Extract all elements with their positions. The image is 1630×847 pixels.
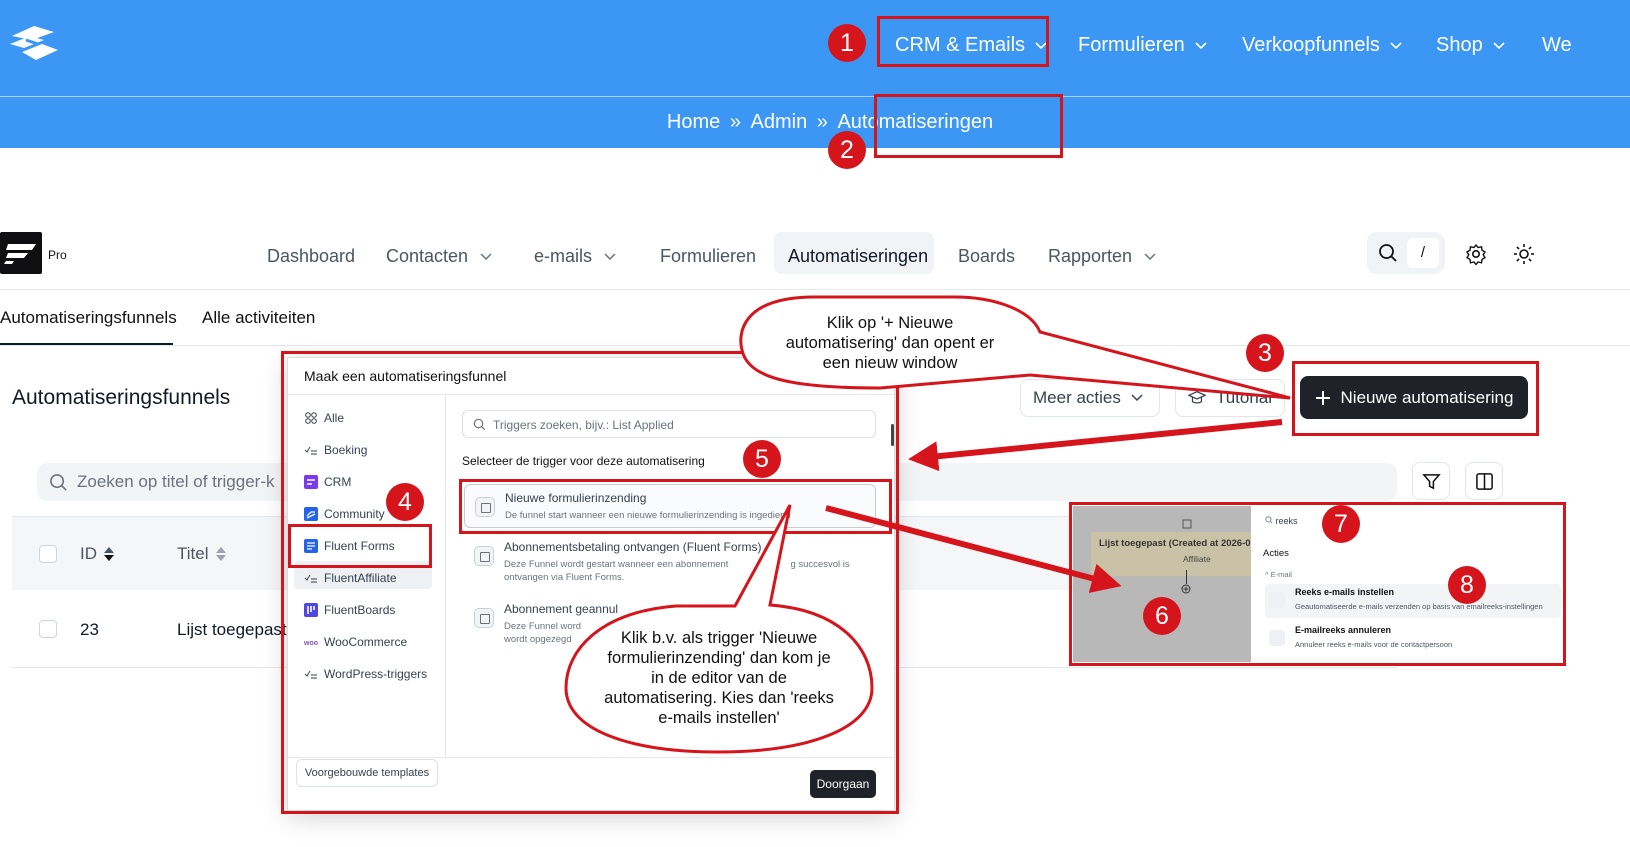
site-nav-verkoopfunnels[interactable]: Verkoopfunnels [1242, 34, 1402, 57]
filter-icon [1422, 474, 1441, 490]
arrow-to-modal [908, 419, 1283, 472]
app-header: Pro Dashboard Contacten e-mails Formulie… [0, 224, 1630, 290]
columns-icon [1476, 473, 1493, 490]
chevron-down-icon [604, 252, 616, 260]
tutorial-label: Tutorial [1215, 388, 1272, 407]
highlight-new-form-submission [459, 479, 892, 534]
site-nav-we[interactable]: We [1542, 34, 1572, 57]
highlight-fluent-forms [288, 524, 432, 568]
breadcrumb-bar: Home » Admin » Automatiseringen [0, 96, 1630, 148]
site-nav-label: Formulieren [1078, 34, 1185, 56]
tab-all-activities[interactable]: Alle activiteiten [202, 308, 315, 328]
nav-label: Dashboard [267, 246, 356, 266]
active-tab-indicator [0, 343, 173, 345]
callout-text-bottom: Klik b.v. als trigger 'Nieuwe formulieri… [576, 628, 862, 728]
nav-label: Rapporten [1048, 246, 1133, 266]
nav-boards[interactable]: Boards [958, 246, 1015, 267]
row-title[interactable]: Lijst toegepast [177, 620, 287, 640]
breadcrumb-separator: » [729, 111, 741, 133]
callout-line: Klik b.v. als trigger 'Nieuwe [620, 629, 818, 647]
site-nav: CRM & Emails Formulieren Verkoopfunnels … [0, 0, 1630, 96]
nav-label: Contacten [386, 246, 469, 266]
pro-label: Pro [48, 248, 67, 262]
callout-text-top: Klik op '+ Nieuwe automatisering' dan op… [752, 313, 1028, 373]
callout-line: Klik op '+ Nieuwe [826, 314, 954, 332]
select-all-checkbox[interactable] [39, 545, 57, 563]
search-shortcut-key: / [1407, 238, 1439, 268]
search-placeholder: Zoeken op titel of trigger-k [77, 472, 275, 491]
column-header-title[interactable]: Titel [177, 544, 227, 564]
callout-line: een nieuw window [822, 354, 958, 372]
callout-line: e-mails instellen' [658, 709, 780, 727]
site-nav-shop[interactable]: Shop [1436, 34, 1505, 57]
fluentcrm-logo-icon[interactable] [0, 232, 42, 274]
nav-label: Formulieren [660, 246, 757, 266]
search-icon [1379, 244, 1397, 262]
row-checkbox[interactable] [39, 620, 57, 638]
chevron-down-icon [1195, 41, 1207, 49]
fluentcrm-logo-icon [4, 244, 36, 264]
highlight-crm-emails [877, 16, 1049, 67]
nav-automations[interactable]: Automatiseringen [788, 246, 928, 267]
more-actions-button[interactable]: Meer acties [1020, 379, 1160, 417]
chevron-down-icon [480, 252, 492, 260]
breadcrumb-home[interactable]: Home [667, 111, 720, 133]
breadcrumb-separator: » [816, 111, 828, 133]
tutorial-button[interactable]: Tutorial [1175, 379, 1285, 417]
chevron-down-icon [1390, 41, 1402, 49]
step-badge-6: 6 [1143, 597, 1181, 635]
filter-button[interactable] [1412, 462, 1450, 500]
step-badge-2: 2 [828, 131, 866, 169]
site-nav-label: Shop [1436, 34, 1483, 56]
nav-label: e-mails [534, 246, 593, 266]
nav-emails[interactable]: e-mails [534, 246, 616, 267]
gear-icon[interactable] [1465, 243, 1487, 265]
highlight-modal [281, 351, 899, 814]
site-nav-formulieren[interactable]: Formulieren [1078, 34, 1207, 57]
search-icon [50, 474, 67, 491]
breadcrumb: Home » Admin » Automatiseringen [0, 111, 1630, 134]
more-actions-label: Meer acties [1033, 388, 1121, 407]
annotated-screenshot: CRM & Emails Formulieren Verkoopfunnels … [0, 0, 1630, 847]
callout-line: formulierinzending' dan kom je [607, 649, 831, 667]
step-badge-7: 7 [1322, 505, 1360, 543]
highlight-breadcrumb-automations [874, 94, 1063, 158]
column-label: ID [80, 544, 97, 563]
page-title: Automatiseringsfunnels [12, 386, 231, 409]
sort-icon [104, 547, 114, 561]
site-nav-label: Verkoopfunnels [1242, 34, 1380, 56]
nav-dashboard[interactable]: Dashboard [267, 246, 355, 267]
sun-theme-icon[interactable] [1513, 243, 1535, 265]
callout-line: in de editor van de [651, 669, 787, 687]
step-badge-3: 3 [1246, 334, 1284, 372]
step-badge-8: 8 [1448, 566, 1486, 604]
global-search-button[interactable]: / [1367, 232, 1445, 274]
site-nav-label: We [1542, 34, 1572, 56]
step-badge-4: 4 [386, 483, 424, 521]
nav-label: Boards [958, 246, 1016, 266]
graduation-cap-icon [1188, 391, 1206, 404]
chevron-down-icon [1131, 394, 1143, 402]
step-badge-5: 5 [743, 440, 781, 478]
chevron-down-icon [1144, 252, 1156, 260]
nav-reports[interactable]: Rapporten [1048, 246, 1156, 267]
step-badge-1: 1 [828, 24, 866, 62]
callout-line: automatisering. Kies dan 'reeks [604, 689, 834, 707]
highlight-new-automation [1292, 361, 1539, 436]
nav-contacts[interactable]: Contacten [386, 246, 492, 267]
chevron-down-icon [1493, 41, 1505, 49]
sort-icon [215, 547, 226, 561]
column-header-id[interactable]: ID [80, 544, 115, 564]
site-header: CRM & Emails Formulieren Verkoopfunnels … [0, 0, 1630, 96]
nav-label: Automatiseringen [788, 246, 929, 266]
column-label: Titel [177, 544, 209, 563]
columns-button[interactable] [1465, 462, 1503, 500]
callout-line: automatisering' dan opent er [785, 334, 995, 352]
row-id: 23 [80, 620, 99, 639]
highlight-editor [1069, 502, 1566, 666]
nav-forms[interactable]: Formulieren [660, 246, 756, 267]
breadcrumb-admin[interactable]: Admin [751, 111, 808, 133]
tab-automation-funnels[interactable]: Automatiseringsfunnels [0, 308, 177, 328]
